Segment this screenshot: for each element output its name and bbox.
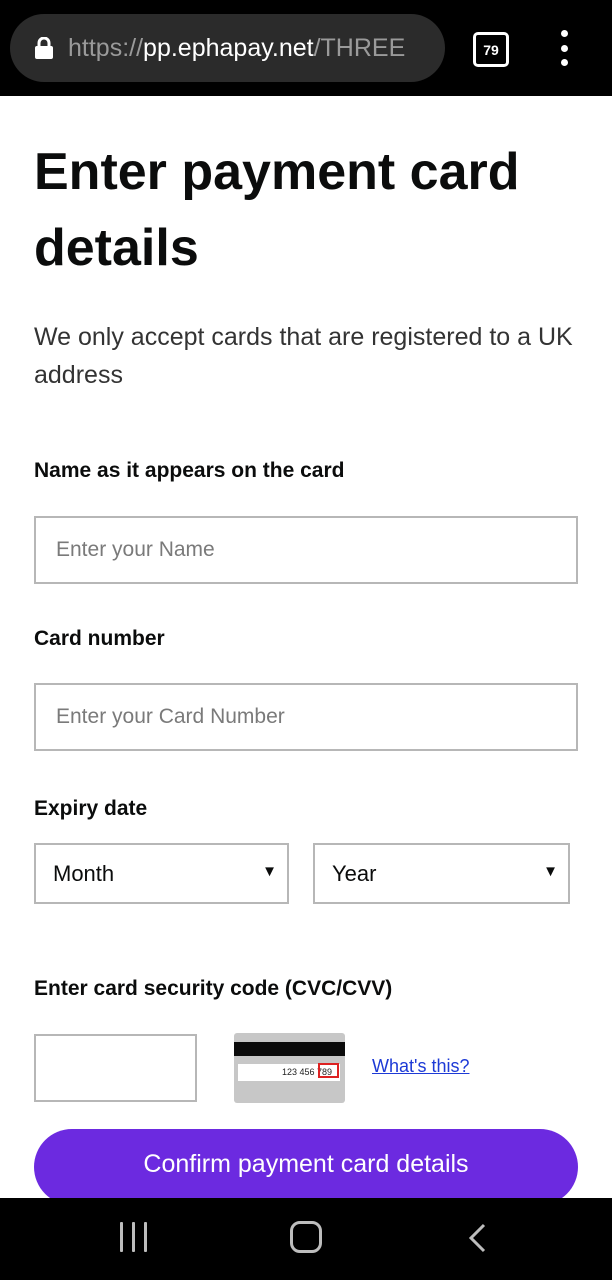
url-path: /THREE [313, 33, 406, 62]
payment-page: Enter payment card details We only accep… [0, 96, 612, 1198]
confirm-button[interactable]: Confirm payment card details [34, 1129, 578, 1198]
dropdown-arrow-icon: ▼ [543, 863, 558, 880]
card-back-image: 123 456 789 [234, 1033, 345, 1103]
url-host: pp.ephapay.net [143, 33, 314, 62]
lock-icon [35, 37, 53, 59]
url-text: https://pp.ephapay.net/THREE [68, 34, 405, 63]
magnetic-stripe [234, 1042, 345, 1056]
page-title: Enter payment card details [34, 143, 520, 277]
more-options-icon[interactable] [552, 30, 576, 66]
name-placeholder: Enter your Name [56, 538, 215, 561]
cvc-highlight-box [318, 1063, 339, 1078]
tab-switcher-button[interactable]: 79 [473, 32, 509, 67]
expiry-label: Expiry date [34, 797, 148, 820]
cvc-input[interactable] [34, 1034, 197, 1102]
address-bar[interactable]: https://pp.ephapay.net/THREE [10, 14, 445, 82]
card-number-placeholder: Enter your Card Number [56, 705, 285, 728]
intro-text: We only accept cards that are registered… [34, 323, 573, 389]
month-value: Month [53, 860, 115, 886]
name-label: Name as it appears on the card [34, 459, 345, 482]
home-icon[interactable] [290, 1221, 322, 1253]
url-scheme: https:// [68, 33, 144, 62]
expiry-year-select[interactable]: Year ▼ [313, 843, 570, 904]
android-nav-bar [0, 1198, 612, 1280]
back-icon[interactable] [466, 1222, 490, 1254]
browser-toolbar: https://pp.ephapay.net/THREE 79 [0, 0, 612, 96]
expiry-month-select[interactable]: Month ▼ [34, 843, 289, 904]
recent-apps-icon[interactable] [120, 1222, 148, 1252]
cvc-label: Enter card security code (CVC/CVV) [34, 977, 393, 1000]
card-number-input[interactable]: Enter your Card Number [34, 683, 578, 751]
year-value: Year [332, 860, 377, 886]
card-number-label: Card number [34, 627, 165, 650]
tab-count: 79 [483, 41, 499, 58]
name-input[interactable]: Enter your Name [34, 516, 578, 584]
whats-this-link[interactable]: What's this? [372, 1056, 469, 1077]
dropdown-arrow-icon: ▼ [262, 863, 277, 880]
